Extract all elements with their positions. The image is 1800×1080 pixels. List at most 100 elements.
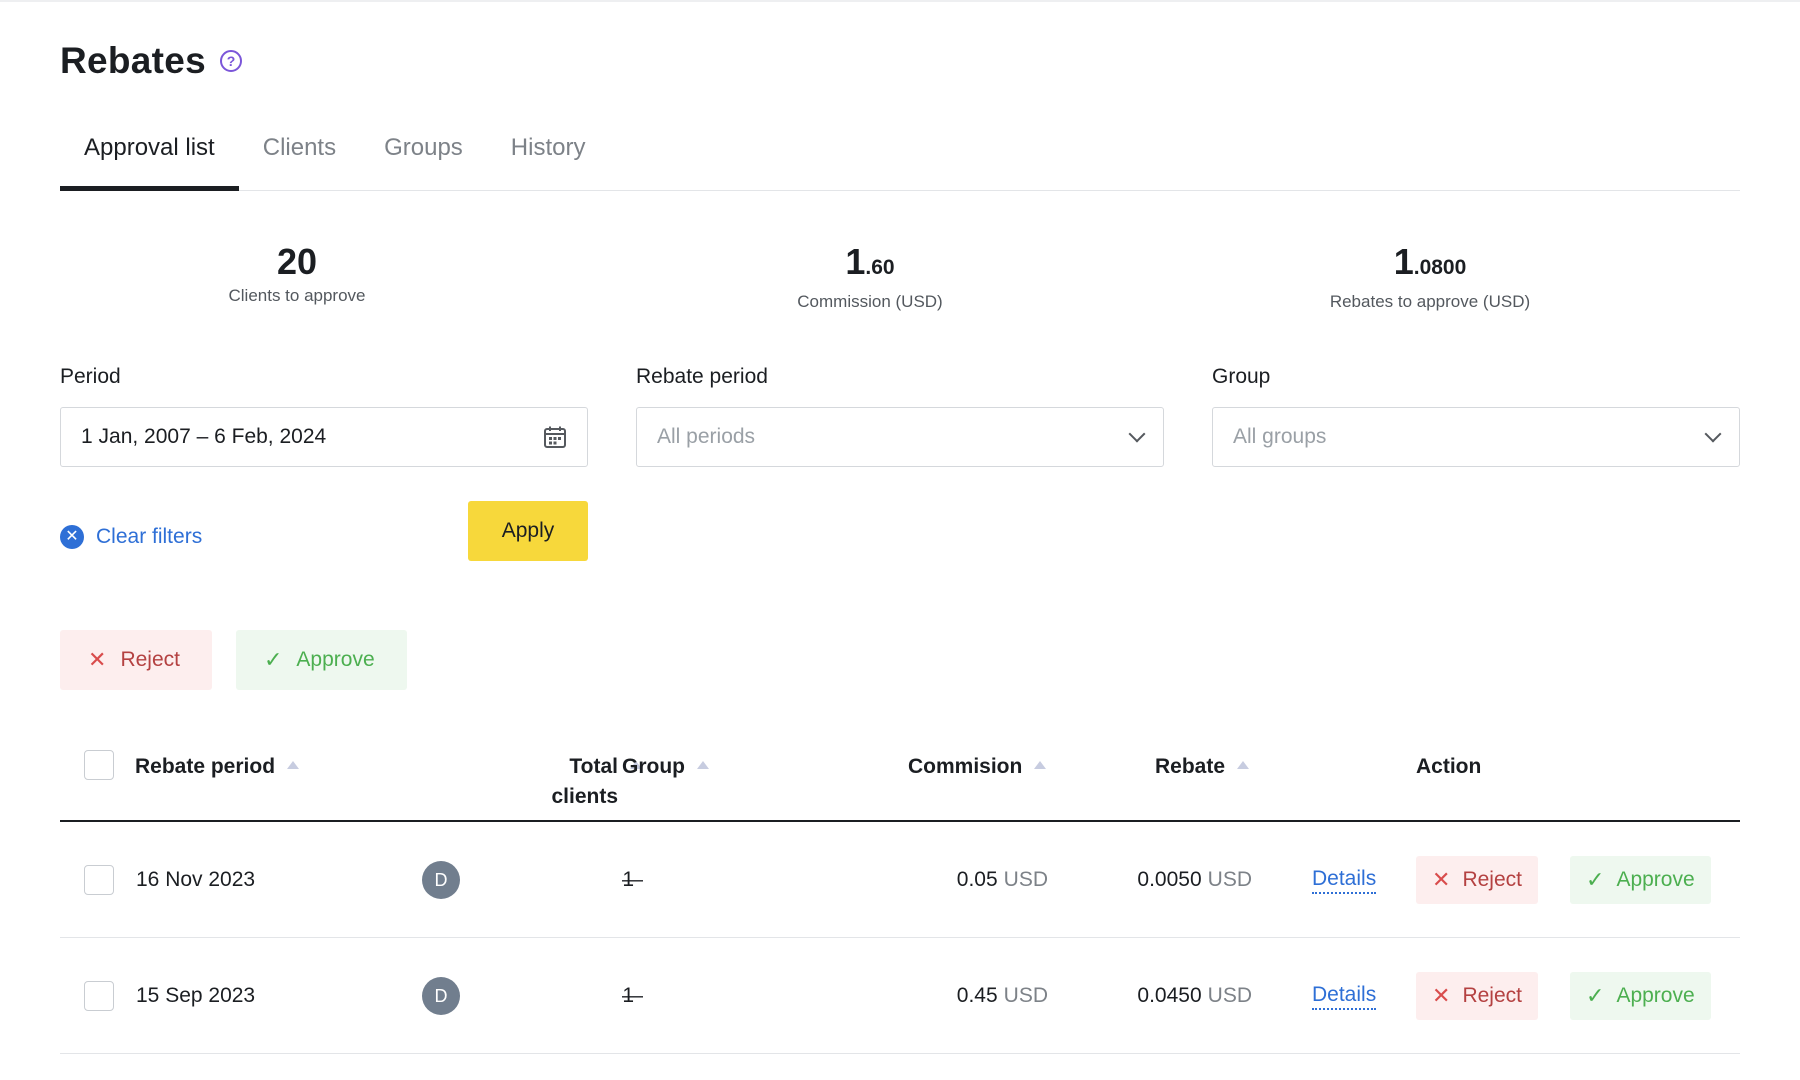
- header-group[interactable]: Group: [622, 752, 709, 782]
- header-action: Action: [1416, 755, 1482, 778]
- cell-rebate-period: 16 Nov 2023: [136, 868, 256, 891]
- row-reject-label: Reject: [1462, 984, 1522, 1007]
- cell-approve: ✓ Approve: [1570, 822, 1711, 938]
- sort-up-icon: [1034, 761, 1047, 770]
- table-header: Rebate period Total clients Group Commis…: [60, 740, 1740, 822]
- rebate-period-filter: Rebate period All periods: [636, 365, 1164, 467]
- row-checkbox[interactable]: [84, 865, 114, 895]
- page-header: Rebates ?: [60, 40, 243, 82]
- cell-group: —: [622, 868, 643, 891]
- tab-bar: Approval list Clients Groups History: [60, 120, 1740, 191]
- stat-commission: 1.60 Commission (USD): [780, 240, 960, 312]
- row-approve-button[interactable]: ✓ Approve: [1570, 972, 1711, 1020]
- header-label: Rebate: [1155, 755, 1226, 778]
- stat-label: Clients to approve: [228, 286, 366, 305]
- chevron-down-icon: [1704, 425, 1722, 443]
- cell-reject: ✕ Reject: [1416, 822, 1538, 938]
- header-rebate-period[interactable]: Rebate period: [135, 752, 300, 782]
- group-placeholder: All groups: [1233, 425, 1327, 448]
- cell-commission: 0.05 USD: [860, 822, 1048, 938]
- bulk-actions: ✕ Reject ✓ Approve: [60, 630, 407, 690]
- select-all-checkbox[interactable]: [84, 750, 114, 780]
- row-checkbox[interactable]: [84, 981, 114, 1011]
- clear-filters-label: Clear filters: [96, 525, 203, 548]
- group-select[interactable]: All groups: [1212, 407, 1740, 467]
- cell-avatar: D: [422, 822, 460, 938]
- summary-stats: 20 Clients to approve 1.60 Commission (U…: [60, 240, 1740, 320]
- sort-up-icon: [287, 761, 300, 770]
- row-approve-button[interactable]: ✓ Approve: [1570, 856, 1711, 904]
- period-filter: Period 1 Jan, 2007 – 6 Feb, 2024: [60, 365, 588, 467]
- cell-details: Details: [1312, 822, 1377, 938]
- bulk-approve-button[interactable]: ✓ Approve: [235, 630, 407, 690]
- stat-value-int: 1: [1393, 241, 1414, 282]
- stat-label: Rebates to approve (USD): [1329, 292, 1531, 311]
- clear-circle-icon: ✕: [60, 525, 84, 549]
- row-reject-label: Reject: [1462, 868, 1522, 891]
- row-reject-button[interactable]: ✕ Reject: [1416, 856, 1538, 904]
- details-link[interactable]: Details: [1312, 983, 1377, 1010]
- header-label: Total: [569, 755, 618, 778]
- table-row: 15 Sep 2023 D 1 — 0.45 USD 0.0450 USD Deta…: [60, 938, 1740, 1054]
- period-value: 1 Jan, 2007 – 6 Feb, 2024: [81, 425, 327, 448]
- bulk-reject-button[interactable]: ✕ Reject: [60, 630, 212, 690]
- cell-rebate: 0.0450 USD: [1060, 938, 1252, 1054]
- x-icon: ✕: [1432, 983, 1451, 1008]
- rebate-period-select[interactable]: All periods: [636, 407, 1164, 467]
- cell-group: —: [622, 984, 643, 1007]
- cell-total-clients: 1: [622, 984, 634, 1007]
- cell-details: Details: [1312, 938, 1377, 1054]
- commission-currency: USD: [1003, 984, 1048, 1007]
- chevron-down-icon: [1128, 425, 1146, 443]
- commission-value: 0.45: [956, 984, 998, 1007]
- help-circle-icon[interactable]: ?: [220, 50, 243, 72]
- group-filter: Group All groups: [1212, 365, 1740, 467]
- stat-value-dec: .0800: [1413, 256, 1467, 279]
- period-date-input[interactable]: 1 Jan, 2007 – 6 Feb, 2024: [60, 407, 588, 467]
- tab-clients[interactable]: Clients: [239, 120, 360, 191]
- cell-total-clients: 1: [622, 868, 634, 891]
- sort-up-icon: [697, 761, 709, 770]
- cell-rebate-period: 15 Sep 2023: [136, 984, 256, 1007]
- check-icon: ✓: [263, 647, 283, 672]
- cell-approve: ✓ Approve: [1570, 938, 1711, 1054]
- cell-rebate: 0.0050 USD: [1060, 822, 1252, 938]
- x-icon: ✕: [1432, 867, 1451, 892]
- header-label: Commision: [908, 755, 1023, 778]
- avatar[interactable]: D: [422, 977, 460, 1015]
- rebate-period-label: Rebate period: [636, 365, 768, 388]
- commission-value: 0.05: [956, 868, 998, 891]
- clear-filters-link[interactable]: ✕ Clear filters: [60, 525, 202, 549]
- header-total-clients[interactable]: Total clients: [472, 752, 642, 812]
- page-title: Rebates: [60, 40, 207, 81]
- header-commission[interactable]: Commision: [908, 752, 1047, 782]
- tab-groups[interactable]: Groups: [360, 120, 487, 191]
- header-rebate[interactable]: Rebate: [1155, 752, 1250, 782]
- bulk-approve-label: Approve: [296, 648, 375, 671]
- group-label: Group: [1212, 365, 1271, 388]
- cell-reject: ✕ Reject: [1416, 938, 1538, 1054]
- header-label: Group: [622, 755, 685, 778]
- top-border: [0, 0, 1800, 2]
- stat-label: Commission (USD): [797, 292, 943, 311]
- avatar[interactable]: D: [422, 861, 460, 899]
- stat-value: 1.0800: [1310, 240, 1550, 290]
- apply-button[interactable]: Apply: [468, 501, 588, 561]
- stat-rebates-to-approve: 1.0800 Rebates to approve (USD): [1310, 240, 1550, 312]
- stat-value-int: 1: [845, 241, 866, 282]
- tab-approval-list[interactable]: Approval list: [60, 120, 239, 191]
- details-link[interactable]: Details: [1312, 867, 1377, 894]
- rebate-currency: USD: [1207, 984, 1252, 1007]
- rebates-table: Rebate period Total clients Group Commis…: [60, 740, 1740, 1054]
- rebate-value: 0.0050: [1137, 868, 1202, 891]
- check-icon: ✓: [1586, 867, 1605, 892]
- tab-history[interactable]: History: [487, 120, 610, 191]
- stat-clients-to-approve: 20 Clients to approve: [222, 240, 372, 306]
- row-reject-button[interactable]: ✕ Reject: [1416, 972, 1538, 1020]
- period-label: Period: [60, 365, 121, 388]
- cell-avatar: D: [422, 938, 460, 1054]
- calendar-icon[interactable]: [543, 425, 567, 449]
- rebate-currency: USD: [1207, 868, 1252, 891]
- header-label-line2: clients: [551, 785, 618, 808]
- header-label: Rebate period: [135, 755, 276, 778]
